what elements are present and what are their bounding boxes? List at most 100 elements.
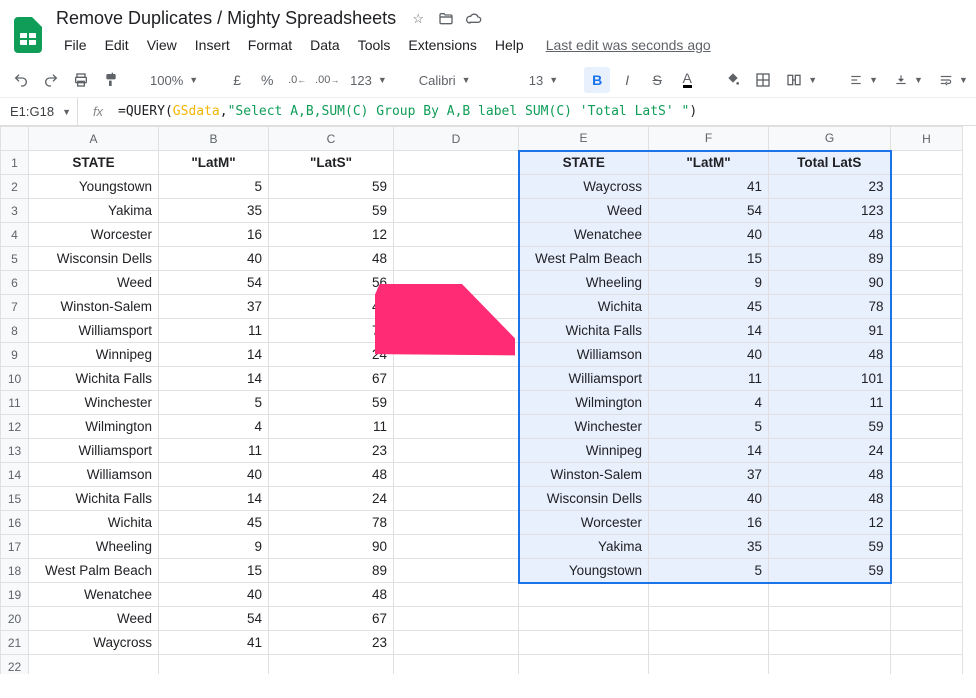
cell-C12[interactable]: 11	[269, 415, 394, 439]
v-align-button[interactable]: ▼	[888, 73, 929, 87]
cell-H18[interactable]	[891, 559, 963, 583]
percent-button[interactable]: %	[254, 67, 280, 93]
cell-C20[interactable]: 67	[269, 607, 394, 631]
cell-E10[interactable]: Williamsport	[519, 367, 649, 391]
increase-decimals-button[interactable]: .00→	[314, 67, 340, 93]
cell-E5[interactable]: West Palm Beach	[519, 247, 649, 271]
cell-G8[interactable]: 91	[769, 319, 891, 343]
cell-C1[interactable]: "LatS"	[269, 151, 394, 175]
menu-view[interactable]: View	[139, 33, 185, 57]
cell-B7[interactable]: 37	[159, 295, 269, 319]
cell-G9[interactable]: 48	[769, 343, 891, 367]
cell-H11[interactable]	[891, 391, 963, 415]
row-header-19[interactable]: 19	[1, 583, 29, 607]
cell-H5[interactable]	[891, 247, 963, 271]
cell-B6[interactable]: 54	[159, 271, 269, 295]
cell-A10[interactable]: Wichita Falls	[29, 367, 159, 391]
cell-F13[interactable]: 14	[649, 439, 769, 463]
formula-input[interactable]: =QUERY(GSdata,"Select A,B,SUM(C) Group B…	[118, 104, 697, 119]
cell-G12[interactable]: 59	[769, 415, 891, 439]
currency-button[interactable]: £	[224, 67, 250, 93]
row-header-20[interactable]: 20	[1, 607, 29, 631]
cell-E13[interactable]: Winnipeg	[519, 439, 649, 463]
cell-D12[interactable]	[394, 415, 519, 439]
cell-D2[interactable]	[394, 175, 519, 199]
cell-D13[interactable]	[394, 439, 519, 463]
cell-C16[interactable]: 78	[269, 511, 394, 535]
cell-B22[interactable]	[159, 655, 269, 675]
cell-C8[interactable]: 78	[269, 319, 394, 343]
cell-F9[interactable]: 40	[649, 343, 769, 367]
cell-D9[interactable]	[394, 343, 519, 367]
cell-B11[interactable]: 5	[159, 391, 269, 415]
cell-B19[interactable]: 40	[159, 583, 269, 607]
cell-D4[interactable]	[394, 223, 519, 247]
cell-H7[interactable]	[891, 295, 963, 319]
cell-G19[interactable]	[769, 583, 891, 607]
cell-C22[interactable]	[269, 655, 394, 675]
menu-insert[interactable]: Insert	[187, 33, 238, 57]
cell-E16[interactable]: Worcester	[519, 511, 649, 535]
cell-F3[interactable]: 54	[649, 199, 769, 223]
cell-F2[interactable]: 41	[649, 175, 769, 199]
col-header-E[interactable]: E	[519, 127, 649, 151]
cell-H8[interactable]	[891, 319, 963, 343]
cell-G15[interactable]: 48	[769, 487, 891, 511]
cell-D15[interactable]	[394, 487, 519, 511]
row-header-18[interactable]: 18	[1, 559, 29, 583]
cell-A7[interactable]: Winston-Salem	[29, 295, 159, 319]
redo-icon[interactable]	[38, 67, 64, 93]
cell-E18[interactable]: Youngstown	[519, 559, 649, 583]
cell-A9[interactable]: Winnipeg	[29, 343, 159, 367]
cell-E4[interactable]: Wenatchee	[519, 223, 649, 247]
cell-G1[interactable]: Total LatS	[769, 151, 891, 175]
cell-H6[interactable]	[891, 271, 963, 295]
cell-A15[interactable]: Wichita Falls	[29, 487, 159, 511]
col-header-F[interactable]: F	[649, 127, 769, 151]
zoom-select[interactable]: 100%▼	[144, 73, 204, 88]
cell-C17[interactable]: 90	[269, 535, 394, 559]
font-family-select[interactable]: Calibri▼	[413, 73, 503, 88]
cell-E8[interactable]: Wichita Falls	[519, 319, 649, 343]
cell-A4[interactable]: Worcester	[29, 223, 159, 247]
cell-H12[interactable]	[891, 415, 963, 439]
cell-C7[interactable]: 48	[269, 295, 394, 319]
cell-F7[interactable]: 45	[649, 295, 769, 319]
cell-G14[interactable]: 48	[769, 463, 891, 487]
cell-H21[interactable]	[891, 631, 963, 655]
borders-button[interactable]	[750, 67, 776, 93]
row-header-3[interactable]: 3	[1, 199, 29, 223]
cell-E14[interactable]: Winston-Salem	[519, 463, 649, 487]
cell-B2[interactable]: 5	[159, 175, 269, 199]
row-header-14[interactable]: 14	[1, 463, 29, 487]
cell-F8[interactable]: 14	[649, 319, 769, 343]
cell-D6[interactable]	[394, 271, 519, 295]
cell-B1[interactable]: "LatM"	[159, 151, 269, 175]
cell-E22[interactable]	[519, 655, 649, 675]
cell-A11[interactable]: Winchester	[29, 391, 159, 415]
menu-edit[interactable]: Edit	[97, 33, 137, 57]
cell-G17[interactable]: 59	[769, 535, 891, 559]
cell-A12[interactable]: Wilmington	[29, 415, 159, 439]
cell-B12[interactable]: 4	[159, 415, 269, 439]
row-header-6[interactable]: 6	[1, 271, 29, 295]
cell-B10[interactable]: 14	[159, 367, 269, 391]
cell-A1[interactable]: STATE	[29, 151, 159, 175]
cell-H3[interactable]	[891, 199, 963, 223]
cell-F6[interactable]: 9	[649, 271, 769, 295]
cell-B17[interactable]: 9	[159, 535, 269, 559]
cell-D3[interactable]	[394, 199, 519, 223]
col-header-C[interactable]: C	[269, 127, 394, 151]
cell-H9[interactable]	[891, 343, 963, 367]
cell-F11[interactable]: 4	[649, 391, 769, 415]
select-all-cell[interactable]	[1, 127, 29, 151]
cell-E9[interactable]: Williamson	[519, 343, 649, 367]
row-header-2[interactable]: 2	[1, 175, 29, 199]
row-header-13[interactable]: 13	[1, 439, 29, 463]
cell-E15[interactable]: Wisconsin Dells	[519, 487, 649, 511]
cell-D20[interactable]	[394, 607, 519, 631]
cell-H2[interactable]	[891, 175, 963, 199]
cell-G20[interactable]	[769, 607, 891, 631]
number-format-select[interactable]: 123▼	[344, 73, 393, 88]
cell-E21[interactable]	[519, 631, 649, 655]
